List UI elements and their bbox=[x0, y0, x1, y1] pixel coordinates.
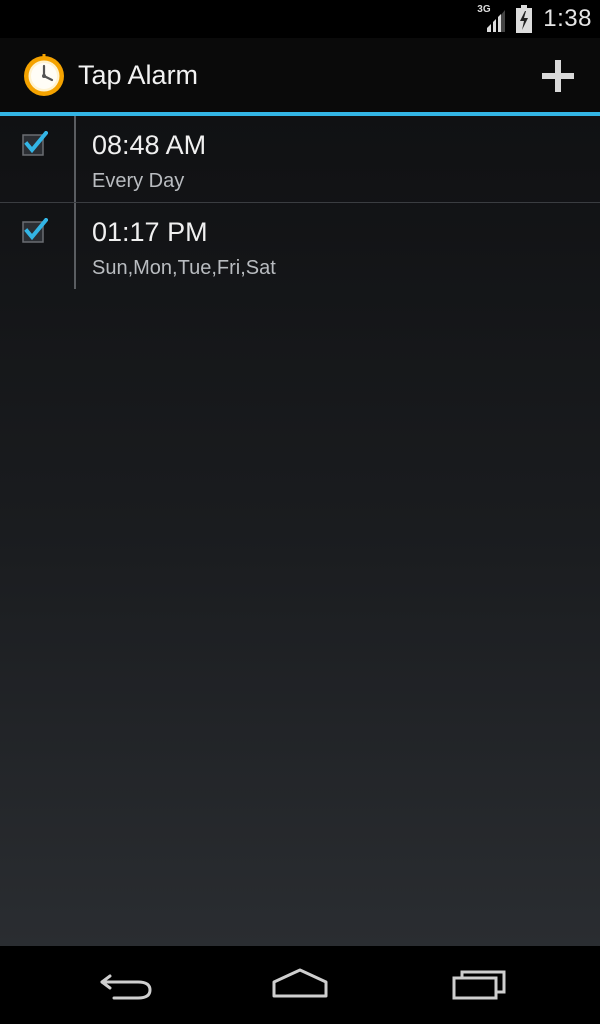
checkbox-checked-icon[interactable] bbox=[22, 218, 48, 244]
row-divider bbox=[74, 116, 76, 202]
alarm-time: 01:17 PM bbox=[92, 217, 208, 247]
navigation-bar bbox=[0, 946, 600, 1024]
alarm-days: Every Day bbox=[92, 170, 185, 192]
action-bar: Tap Alarm bbox=[0, 38, 600, 112]
plus-icon bbox=[542, 60, 574, 92]
checkbox-checked-icon[interactable] bbox=[22, 131, 48, 157]
status-bar: 3G 1:38 bbox=[0, 0, 600, 38]
alarm-days: Sun,Mon,Tue,Fri,Sat bbox=[92, 257, 276, 279]
alarm-time: 08:48 AM bbox=[92, 130, 207, 160]
signal-indicator: 3G bbox=[477, 4, 506, 32]
screen: 3G 1:38 Tap Alarm 08:48 AM Every Day 01:… bbox=[0, 0, 600, 1024]
status-time: 1:38 bbox=[543, 5, 592, 32]
alarm-list: 08:48 AM Every Day 01:17 PM Sun,Mon,Tue,… bbox=[0, 116, 600, 946]
recent-apps-icon[interactable] bbox=[446, 962, 510, 1006]
alarm-row-1[interactable]: 08:48 AM Every Day bbox=[0, 116, 600, 203]
add-alarm-button[interactable] bbox=[534, 52, 582, 100]
home-icon[interactable] bbox=[268, 962, 332, 1006]
battery-charging-icon bbox=[516, 5, 533, 33]
app-title: Tap Alarm bbox=[78, 60, 199, 90]
alarm-toggle-1[interactable] bbox=[0, 116, 74, 202]
signal-icon bbox=[487, 10, 506, 32]
alarm-row-2[interactable]: 01:17 PM Sun,Mon,Tue,Fri,Sat bbox=[0, 203, 600, 289]
back-icon[interactable] bbox=[94, 962, 158, 1006]
row-divider bbox=[74, 203, 76, 289]
alarm-toggle-2[interactable] bbox=[0, 203, 74, 289]
alarm-clock-icon[interactable] bbox=[22, 54, 66, 98]
status-icons: 3G 1:38 bbox=[477, 4, 592, 34]
